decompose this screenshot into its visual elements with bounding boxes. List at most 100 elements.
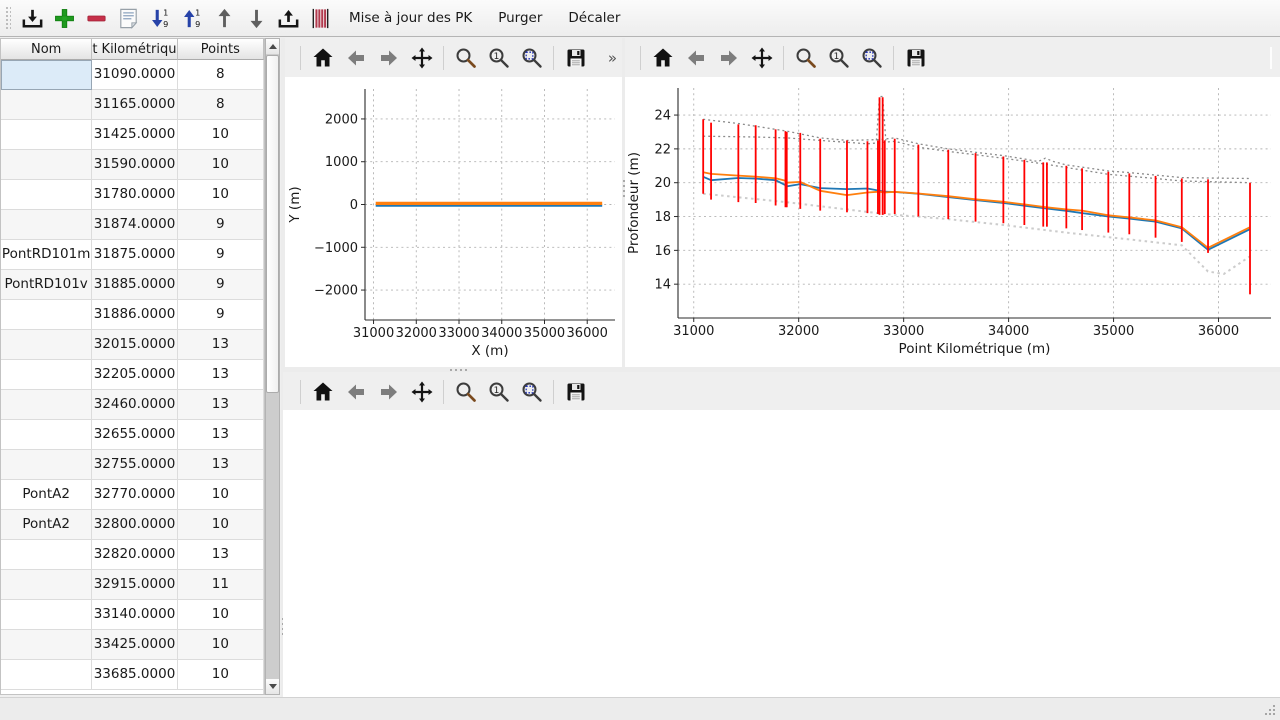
table-cell[interactable]: 9 xyxy=(178,300,264,330)
table-cell[interactable]: 10 xyxy=(178,150,264,180)
table-cell[interactable]: 10 xyxy=(178,480,264,510)
table-cell[interactable]: 13 xyxy=(178,450,264,480)
table-cell[interactable]: 31780.0000 xyxy=(92,180,177,210)
table-cell[interactable]: 31590.0000 xyxy=(92,150,177,180)
import-button[interactable] xyxy=(17,3,47,33)
column-header-point-kilometrique[interactable]: t Kilométrique xyxy=(92,39,177,60)
table-cell[interactable]: 33425.0000 xyxy=(92,630,177,660)
table-cell[interactable]: 33140.0000 xyxy=(92,600,177,630)
table-cell[interactable]: 11 xyxy=(178,570,264,600)
home-button[interactable] xyxy=(306,377,339,407)
zoom-one-button[interactable]: 1 xyxy=(482,43,515,73)
zoom-button[interactable] xyxy=(789,43,822,73)
zoom-button[interactable] xyxy=(449,377,482,407)
table-cell[interactable]: 31875.0000 xyxy=(92,240,177,270)
table-cell[interactable]: 32655.0000 xyxy=(92,420,177,450)
save-button[interactable] xyxy=(899,43,932,73)
scrollbar-thumb[interactable] xyxy=(266,55,279,393)
table-cell[interactable]: 10 xyxy=(178,630,264,660)
table-cell[interactable] xyxy=(1,630,92,660)
sort-descending-button[interactable]: 1 9 xyxy=(145,3,175,33)
xy-plot-canvas[interactable]: 310003200033000340003500036000−2000−1000… xyxy=(285,77,622,367)
table-cell[interactable] xyxy=(1,210,92,240)
purger-button[interactable]: Purger xyxy=(486,3,554,33)
table-cell[interactable]: 13 xyxy=(178,330,264,360)
table-cell[interactable]: 32800.0000 xyxy=(92,510,177,540)
toolbar-drag-handle[interactable] xyxy=(4,5,11,31)
table-cell[interactable]: 32205.0000 xyxy=(92,360,177,390)
mise-a-jour-pk-button[interactable]: Mise à jour des PK xyxy=(337,3,484,33)
table-cell[interactable] xyxy=(1,570,92,600)
decaler-button[interactable]: Décaler xyxy=(556,3,632,33)
forward-button[interactable] xyxy=(372,43,405,73)
table-cell[interactable]: 9 xyxy=(178,240,264,270)
table-cell[interactable]: 10 xyxy=(178,660,264,690)
table-cell[interactable]: 13 xyxy=(178,390,264,420)
bottom-plot-canvas[interactable] xyxy=(283,410,1280,697)
table-cell[interactable]: 31165.0000 xyxy=(92,90,177,120)
table-cell[interactable]: 31886.0000 xyxy=(92,300,177,330)
table-cell[interactable] xyxy=(1,420,92,450)
scroll-down-button[interactable] xyxy=(266,679,279,694)
table-cell[interactable] xyxy=(1,660,92,690)
column-header-points[interactable]: Points xyxy=(178,39,264,60)
table-cell[interactable]: 13 xyxy=(178,360,264,390)
table-cell[interactable]: 9 xyxy=(178,270,264,300)
table-cell[interactable]: 13 xyxy=(178,420,264,450)
table-cell[interactable]: PontA2 xyxy=(1,480,92,510)
table-cell[interactable]: 32460.0000 xyxy=(92,390,177,420)
table-cell[interactable] xyxy=(1,300,92,330)
table-cell[interactable]: PontA2 xyxy=(1,510,92,540)
table-cell[interactable] xyxy=(1,390,92,420)
export-button[interactable] xyxy=(273,3,303,33)
zoom-one-button[interactable]: 1 xyxy=(822,43,855,73)
save-button[interactable] xyxy=(559,377,592,407)
forward-button[interactable] xyxy=(712,43,745,73)
table-cell[interactable] xyxy=(1,540,92,570)
table-cell[interactable] xyxy=(1,600,92,630)
table-cell[interactable]: 13 xyxy=(178,540,264,570)
back-button[interactable] xyxy=(679,43,712,73)
remove-button[interactable] xyxy=(81,3,111,33)
table-cell[interactable]: 10 xyxy=(178,120,264,150)
pan-button[interactable] xyxy=(745,43,778,73)
resize-grip-icon[interactable] xyxy=(1263,703,1277,717)
zoom-fit-button[interactable] xyxy=(515,43,548,73)
home-button[interactable] xyxy=(646,43,679,73)
table-cell[interactable]: PontRD101m xyxy=(1,240,92,270)
table-cell[interactable]: 33685.0000 xyxy=(92,660,177,690)
scroll-up-button[interactable] xyxy=(266,39,279,54)
add-button[interactable] xyxy=(49,3,79,33)
table-cell[interactable]: 10 xyxy=(178,600,264,630)
table-cell-selected[interactable] xyxy=(1,60,92,90)
table-cell[interactable]: 10 xyxy=(178,510,264,540)
table-cell[interactable]: 32770.0000 xyxy=(92,480,177,510)
table-cell[interactable] xyxy=(1,90,92,120)
table-cell[interactable]: 8 xyxy=(178,60,264,90)
back-button[interactable] xyxy=(339,43,372,73)
profile-plot-canvas[interactable]: 3100032000330003400035000360001416182022… xyxy=(625,77,1280,367)
pan-button[interactable] xyxy=(405,43,438,73)
table-cell[interactable] xyxy=(1,150,92,180)
move-down-button[interactable] xyxy=(241,3,271,33)
table-cell[interactable] xyxy=(1,180,92,210)
forward-button[interactable] xyxy=(372,377,405,407)
pan-button[interactable] xyxy=(405,377,438,407)
table-cell[interactable]: 32915.0000 xyxy=(92,570,177,600)
home-button[interactable] xyxy=(306,43,339,73)
notes-button[interactable] xyxy=(113,3,143,33)
table-cell[interactable] xyxy=(1,120,92,150)
table-cell[interactable]: 31885.0000 xyxy=(92,270,177,300)
zoom-fit-button[interactable] xyxy=(855,43,888,73)
table-cell[interactable]: 8 xyxy=(178,90,264,120)
table-cell[interactable] xyxy=(1,360,92,390)
sort-ascending-button[interactable]: 1 9 xyxy=(177,3,207,33)
table-cell[interactable]: 31090.0000 xyxy=(92,60,177,90)
save-button[interactable] xyxy=(559,43,592,73)
table-cell[interactable]: 32755.0000 xyxy=(92,450,177,480)
back-button[interactable] xyxy=(339,377,372,407)
table-cell[interactable] xyxy=(1,450,92,480)
table-cell[interactable]: 32820.0000 xyxy=(92,540,177,570)
zoom-button[interactable] xyxy=(449,43,482,73)
table-cell[interactable]: 32015.0000 xyxy=(92,330,177,360)
